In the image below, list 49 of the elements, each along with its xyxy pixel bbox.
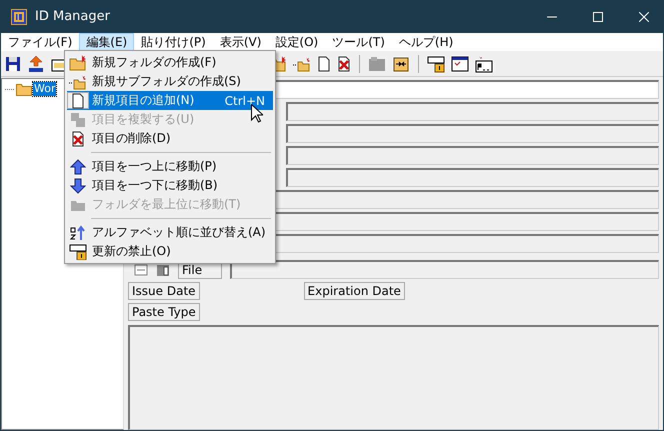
menu-item[interactable]: 表示(V) xyxy=(212,32,268,52)
tree-item[interactable]: Wor xyxy=(33,82,56,96)
text-field[interactable] xyxy=(286,124,659,143)
delete-page-icon xyxy=(71,130,85,146)
window-title: ID Manager xyxy=(35,9,110,24)
lock-icon xyxy=(69,244,87,260)
text-field[interactable] xyxy=(286,168,659,187)
clipboard-arrows-icon[interactable] xyxy=(392,56,410,72)
paste-type-label: Paste Type xyxy=(128,303,200,321)
password-icon[interactable] xyxy=(475,55,493,73)
page-icon xyxy=(71,92,85,108)
delete-page-icon[interactable] xyxy=(337,56,351,72)
new-subfolder-icon xyxy=(69,74,87,90)
menu-option[interactable]: 新規サブフォルダの作成(S) xyxy=(67,72,273,91)
page-icon[interactable] xyxy=(317,56,331,72)
folder-icon xyxy=(16,82,32,96)
copy-icon xyxy=(70,112,86,128)
menu-option[interactable]: 項目の削除(D) xyxy=(67,129,273,148)
file-icon[interactable] xyxy=(156,262,170,276)
menu-item[interactable]: ツール(T) xyxy=(325,32,392,52)
menu-option[interactable]: 更新の禁止(O) xyxy=(67,242,273,261)
text-area[interactable] xyxy=(128,325,659,430)
window-icon[interactable] xyxy=(451,56,469,72)
file-field[interactable] xyxy=(230,260,659,279)
menu-option[interactable]: アルファベット順に並び替え(A) xyxy=(67,223,273,242)
text-field[interactable] xyxy=(286,102,659,121)
close-icon[interactable] xyxy=(639,12,649,22)
issue-date-label: Issue Date xyxy=(128,282,200,300)
menu-item[interactable]: ヘルプ(H) xyxy=(392,32,460,52)
document-icon[interactable] xyxy=(134,262,148,276)
menu-option[interactable]: 項目を一つ上に移動(P) xyxy=(67,157,273,176)
down-arrow-icon xyxy=(70,178,86,194)
maximize-icon[interactable] xyxy=(593,12,603,22)
menu-option[interactable]: 項目を一つ下に移動(B) xyxy=(67,176,273,195)
text-field[interactable] xyxy=(286,146,659,165)
app-icon xyxy=(11,8,27,24)
menu-item[interactable]: ファイル(F) xyxy=(1,32,80,52)
lock-icon[interactable] xyxy=(427,55,445,73)
menu-option[interactable]: 新規項目の追加(N) Ctrl+N xyxy=(67,91,273,110)
menu-option[interactable]: 新規フォルダの作成(F) xyxy=(67,53,273,72)
sort-icon xyxy=(70,224,86,240)
menu-item[interactable]: 貼り付け(P) xyxy=(134,32,213,52)
up-arrow-icon xyxy=(70,158,86,174)
upload-arrow-icon[interactable] xyxy=(27,55,45,73)
menu-item[interactable]: 設定(O) xyxy=(268,32,326,52)
mouse-pointer-icon xyxy=(251,104,263,123)
expiration-date-label: Expiration Date xyxy=(304,282,405,300)
new-folder-icon xyxy=(69,54,87,70)
new-subfolder-icon[interactable] xyxy=(293,56,311,72)
